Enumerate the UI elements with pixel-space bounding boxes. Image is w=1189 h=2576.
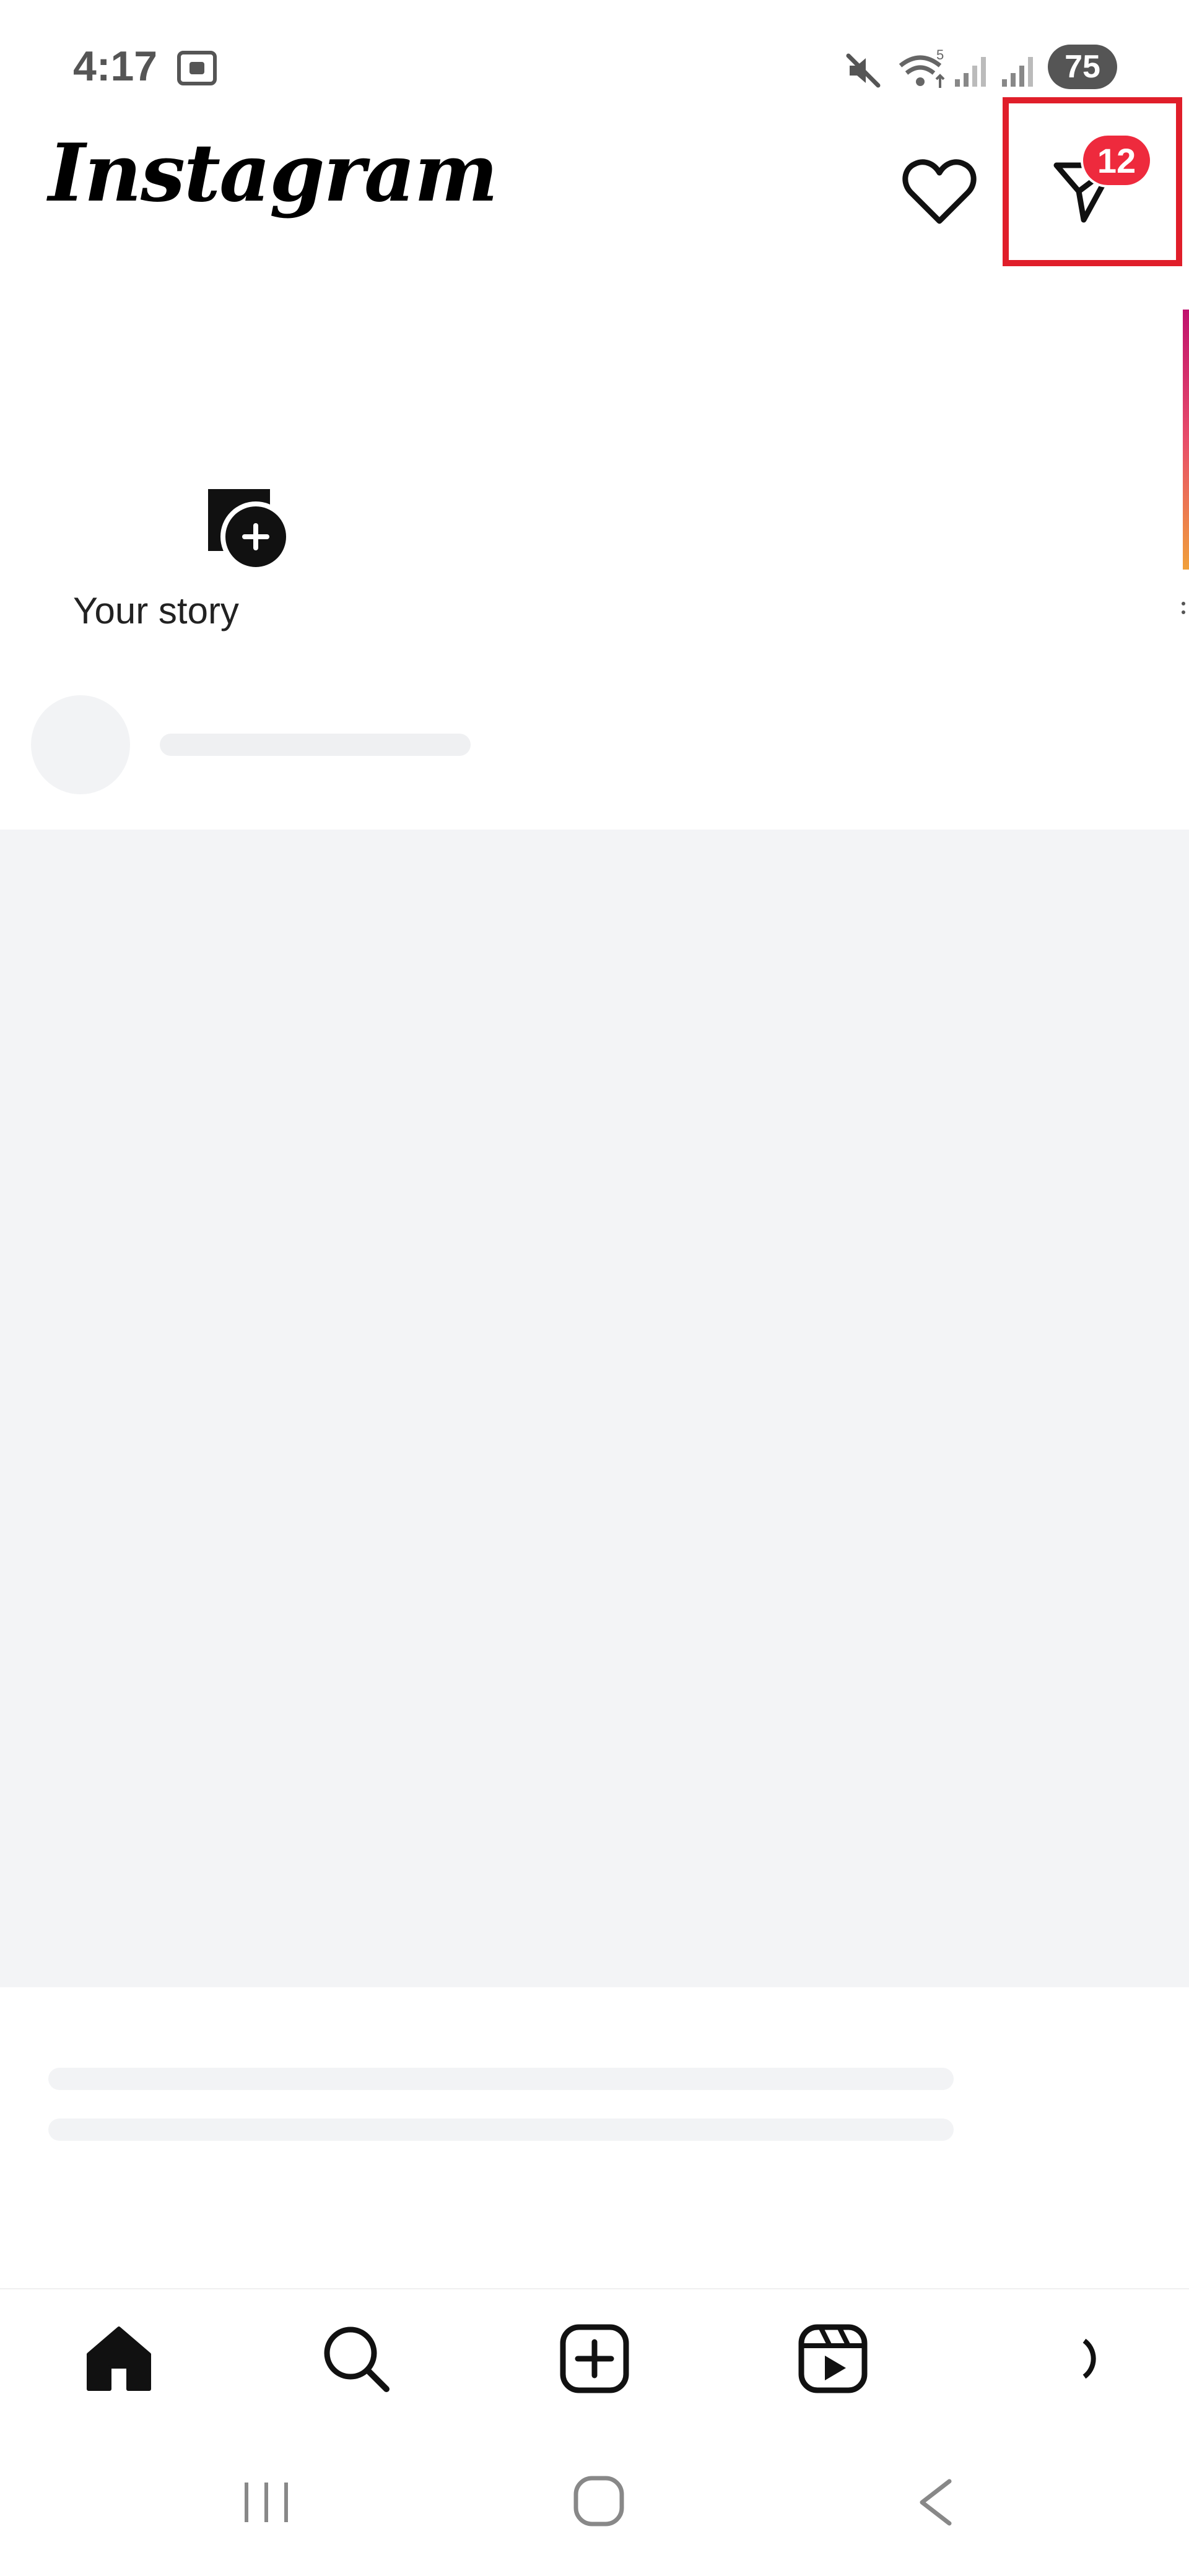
nav-reels[interactable] <box>790 2315 876 2402</box>
nav-profile[interactable] <box>1022 2315 1108 2402</box>
nav-divider <box>0 2288 1189 2289</box>
battery-icon: 75 <box>1048 45 1117 89</box>
instagram-logo: Instagram <box>48 127 498 220</box>
nav-search[interactable] <box>313 2315 399 2402</box>
back-icon[interactable] <box>913 2476 957 2528</box>
profile-icon <box>1082 2338 1096 2379</box>
screenshot-icon <box>177 51 217 85</box>
highlight-box <box>1003 97 1182 266</box>
status-time: 4:17 <box>73 43 158 90</box>
recent-apps-icon[interactable] <box>240 2476 292 2528</box>
story-ring[interactable] <box>1183 310 1189 570</box>
story-label: Your story <box>73 590 239 631</box>
nav-home[interactable] <box>76 2315 162 2402</box>
create-post-icon <box>560 2324 629 2393</box>
add-story-icon[interactable] <box>220 501 291 572</box>
svg-text:5: 5 <box>936 47 944 63</box>
search-icon <box>324 2327 390 2392</box>
skeleton-caption-line <box>48 2068 954 2090</box>
skeleton-avatar <box>31 695 130 794</box>
nav-create[interactable] <box>551 2315 638 2402</box>
signal-icon <box>955 57 986 87</box>
skeleton-caption-line <box>48 2118 954 2141</box>
home-button-icon[interactable] <box>571 2473 627 2529</box>
home-icon <box>87 2327 151 2391</box>
reels-icon <box>798 2324 868 2393</box>
mute-icon <box>846 53 881 88</box>
signal-icon <box>1002 57 1033 87</box>
skeleton-post-media <box>0 830 1189 1987</box>
skeleton-username <box>160 734 471 756</box>
story-label-fragment <box>1182 602 1189 625</box>
heart-icon[interactable] <box>901 158 978 226</box>
wifi-icon: 5 <box>899 47 945 88</box>
